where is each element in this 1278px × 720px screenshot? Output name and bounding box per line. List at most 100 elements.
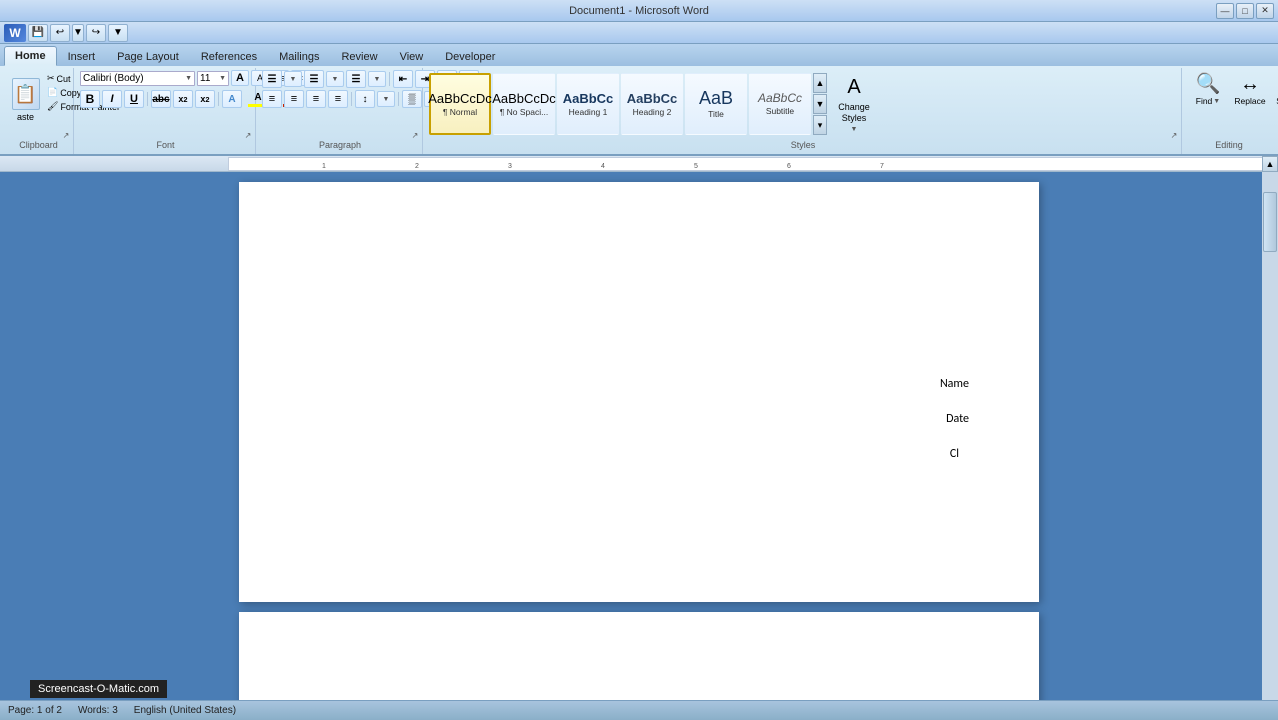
align-right-button[interactable]: ≡ [306,90,326,108]
decrease-indent-button[interactable]: ⇤ [393,70,413,88]
v-scrollbar: ▲ ▼ [1262,156,1278,720]
bold-button[interactable]: B [80,90,100,108]
font-expand-btn[interactable]: ↗ [243,130,253,140]
ruler: 1 2 3 4 5 6 7 [0,156,1278,172]
styles-scroll-down-btn[interactable]: ▼ [813,94,827,114]
font-size-value: 11 [200,73,210,84]
style-no-spacing[interactable]: AaBbCcDc ¶ No Spaci... [493,73,555,135]
style-heading1[interactable]: AaBbCc Heading 1 [557,73,619,135]
tab-review[interactable]: Review [330,47,388,66]
scroll-up-button[interactable]: ▲ [1262,156,1278,172]
main-area: Name Date Cl [0,172,1278,700]
page-count: Page: 1 of 2 [8,705,62,716]
document-page-1[interactable]: Name Date Cl [239,182,1039,602]
font-name-dropdown-icon: ▼ [185,75,192,82]
paste-button[interactable]: 📋 aste [8,70,43,130]
save-quick-btn[interactable]: 💾 [28,24,48,42]
tab-mailings[interactable]: Mailings [268,47,330,66]
italic-button[interactable]: I [102,90,122,108]
ribbon-tabs: Home Insert Page Layout References Maili… [0,44,1278,66]
style-heading1-preview: AaBbCc [563,92,614,105]
doc-cl-field: Cl [950,447,959,461]
multilevel-dropdown[interactable]: ▼ [368,71,386,87]
tab-insert[interactable]: Insert [57,47,107,66]
clipboard-expand-btn[interactable]: ↗ [61,130,71,140]
styles-scroll-up-btn[interactable]: ▲ [813,73,827,93]
copy-icon: 📄 [47,87,58,98]
paste-icon: 📋 [12,78,40,110]
bullets-dropdown[interactable]: ▼ [284,71,302,87]
word-count: Words: 3 [78,705,118,716]
tab-home[interactable]: Home [4,46,57,66]
text-effects-button[interactable]: A [222,90,242,108]
find-button[interactable]: 🔍 Find ▼ [1188,70,1228,130]
editing-group-label: Editing [1188,138,1270,152]
style-no-spacing-label: ¶ No Spaci... [500,107,549,117]
font-name-value: Calibri (Body) [83,73,144,84]
font-size-select[interactable]: 11 ▼ [197,71,229,86]
paragraph-expand-btn[interactable]: ↗ [410,130,420,140]
styles-expand-btn[interactable]: ▾ [813,115,827,135]
tab-developer[interactable]: Developer [434,47,506,66]
line-spacing-dropdown[interactable]: ▼ [377,91,395,107]
ruler-inner: 1 2 3 4 5 6 7 [228,157,1278,171]
justify-button[interactable]: ≡ [328,90,348,108]
select-button[interactable]: ▦ Select ▼ [1272,70,1278,130]
scrollbar-thumb[interactable] [1263,192,1277,252]
font-group-label: Font [80,138,251,152]
strikethrough-button[interactable]: abc [151,90,171,108]
font-size-dropdown-icon: ▼ [219,75,226,82]
align-left-button[interactable]: ≡ [262,90,282,108]
undo-quick-btn[interactable]: ↩ [50,24,70,42]
shading-button[interactable]: ▒ [402,90,422,108]
styles-expand-dialog-btn[interactable]: ↗ [1169,130,1179,140]
tab-page-layout[interactable]: Page Layout [106,47,190,66]
replace-label: Replace [1234,96,1265,106]
clipboard-group: 📋 aste ✂ Cut 📄 Copy 🖌 Format Painter ↗ C… [4,68,74,154]
bullets-button[interactable]: ☰ [262,70,282,88]
style-heading1-label: Heading 1 [569,107,608,117]
style-normal[interactable]: AaBbCcDc ¶ Normal [429,73,491,135]
minimize-button[interactable]: — [1216,3,1234,19]
style-heading2[interactable]: AaBbCc Heading 2 [621,73,683,135]
tab-references[interactable]: References [190,47,268,66]
superscript-button[interactable]: x2 [195,90,215,108]
sep-para3 [398,92,399,106]
align-center-button[interactable]: ≡ [284,90,304,108]
change-styles-button[interactable]: A ChangeStyles ▼ [829,73,879,135]
status-bar: Page: 1 of 2 Words: 3 English (United St… [0,700,1278,720]
sep-para1 [389,72,390,86]
line-spacing-button[interactable]: ↕ [355,90,375,108]
maximize-button[interactable]: □ [1236,3,1254,19]
document-page-2[interactable] [239,612,1039,700]
multilevel-button[interactable]: ☰ [346,70,366,88]
change-styles-dropdown-icon: ▼ [851,125,858,134]
underline-button[interactable]: U [124,90,144,108]
replace-button[interactable]: ↔ Replace [1230,70,1270,130]
redo-quick-btn[interactable]: ↪ [86,24,106,42]
doc-content-2 [289,652,989,700]
subscript-button[interactable]: x2 [173,90,193,108]
close-button[interactable]: ✕ [1256,3,1274,19]
find-dropdown-icon[interactable]: ▼ [1213,98,1220,105]
font-grow-button[interactable]: A [231,70,249,86]
style-no-spacing-preview: AaBbCcDc [492,92,556,105]
numbering-dropdown[interactable]: ▼ [326,71,344,87]
paste-label: aste [17,112,34,122]
style-subtitle[interactable]: AaBbCc Subtitle [749,73,811,135]
font-name-select[interactable]: Calibri (Body) ▼ [80,71,195,86]
numbering-button[interactable]: ☰ [304,70,324,88]
ribbon: 📋 aste ✂ Cut 📄 Copy 🖌 Format Painter ↗ C… [0,66,1278,156]
watermark-text: Screencast-O-Matic.com [38,683,159,695]
style-title[interactable]: AaB Title [685,73,747,135]
find-icon: 🔍 [1196,74,1221,94]
undo-dropdown-btn[interactable]: ▼ [72,24,84,42]
font-group: Calibri (Body) ▼ 11 ▼ A A Aa ✖ B I U abc [76,68,256,154]
quick-access-toolbar: W 💾 ↩ ▼ ↪ ▼ [0,22,1278,44]
style-heading2-preview: AaBbCc [627,92,678,105]
tab-view[interactable]: View [389,47,435,66]
style-heading2-label: Heading 2 [633,107,672,117]
quick-access-dropdown[interactable]: ▼ [108,24,128,42]
style-subtitle-label: Subtitle [766,106,794,116]
style-normal-label: ¶ Normal [443,107,477,117]
